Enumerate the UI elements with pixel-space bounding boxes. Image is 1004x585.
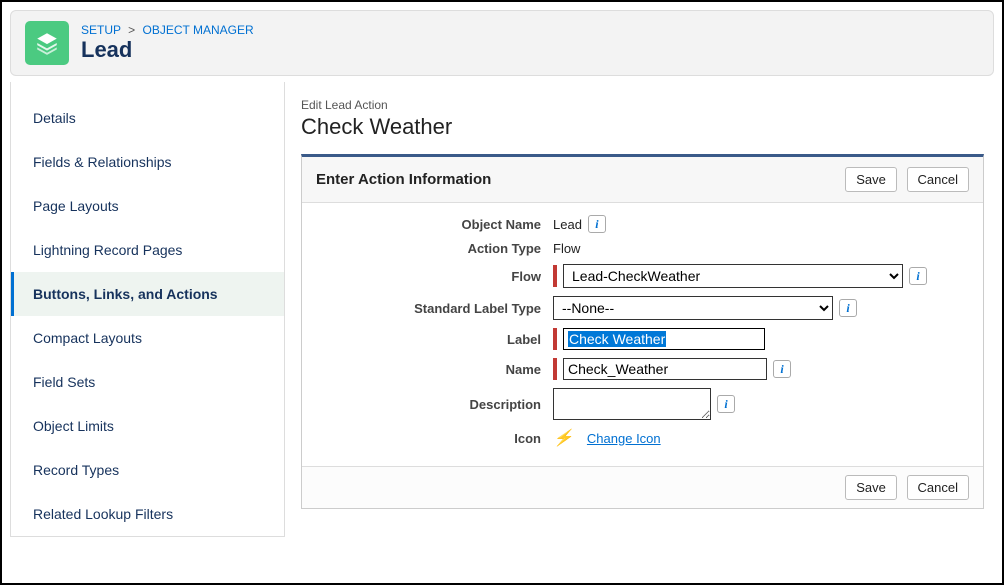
info-icon[interactable]: i [909, 267, 927, 285]
label-input-wrap: Check Weather [563, 328, 765, 350]
sidebar-item-fields[interactable]: Fields & Relationships [11, 140, 284, 184]
info-icon[interactable]: i [588, 215, 606, 233]
description-input[interactable] [553, 388, 711, 420]
save-button-bottom[interactable]: Save [845, 475, 897, 500]
breadcrumb: SETUP > OBJECT MANAGER [81, 23, 254, 37]
cancel-button-bottom[interactable]: Cancel [907, 475, 969, 500]
required-marker [553, 265, 557, 287]
std-label-type-select[interactable]: --None-- [553, 296, 833, 320]
icon-label: Icon [318, 431, 553, 446]
sidebar-item-field-sets[interactable]: Field Sets [11, 360, 284, 404]
save-button-top[interactable]: Save [845, 167, 897, 192]
panel-title: Enter Action Information [316, 171, 491, 188]
name-label: Name [318, 362, 553, 377]
label-label: Label [318, 332, 553, 347]
change-icon-link[interactable]: Change Icon [587, 431, 661, 446]
cancel-button-top[interactable]: Cancel [907, 167, 969, 192]
info-icon[interactable]: i [717, 395, 735, 413]
description-label: Description [318, 397, 553, 412]
stack-icon [34, 30, 60, 56]
info-icon[interactable]: i [773, 360, 791, 378]
breadcrumb-sep: > [128, 23, 135, 37]
page-header: SETUP > OBJECT MANAGER Lead [10, 10, 994, 76]
required-marker [553, 358, 557, 380]
flow-label: Flow [318, 269, 553, 284]
sidebar: Details Fields & Relationships Page Layo… [10, 82, 285, 537]
page-title: Lead [81, 37, 254, 63]
main-content: Edit Lead Action Check Weather Enter Act… [285, 82, 994, 537]
object-name-label: Object Name [318, 217, 553, 232]
action-type-value: Flow [553, 241, 580, 256]
info-icon[interactable]: i [839, 299, 857, 317]
action-panel: Enter Action Information Save Cancel Obj… [301, 154, 984, 509]
form-body: Object Name Lead i Action Type Flow Fl [302, 203, 983, 466]
breadcrumb-setup[interactable]: SETUP [81, 23, 121, 37]
sidebar-item-details[interactable]: Details [11, 96, 284, 140]
edit-subtitle: Edit Lead Action [301, 98, 984, 112]
object-name-value: Lead [553, 217, 582, 232]
name-input[interactable] [563, 358, 767, 380]
label-input[interactable]: Check Weather [564, 329, 764, 349]
sidebar-item-lightning-pages[interactable]: Lightning Record Pages [11, 228, 284, 272]
required-marker [553, 328, 557, 350]
sidebar-item-object-limits[interactable]: Object Limits [11, 404, 284, 448]
std-label-type-label: Standard Label Type [318, 301, 553, 316]
sidebar-item-page-layouts[interactable]: Page Layouts [11, 184, 284, 228]
edit-title: Check Weather [301, 114, 984, 140]
sidebar-item-related-lookup[interactable]: Related Lookup Filters [11, 492, 284, 536]
sidebar-item-record-types[interactable]: Record Types [11, 448, 284, 492]
sidebar-item-buttons-links-actions[interactable]: Buttons, Links, and Actions [11, 272, 284, 316]
panel-header: Enter Action Information Save Cancel [302, 157, 983, 203]
bolt-icon: ⚡ [553, 428, 573, 448]
breadcrumb-object-manager[interactable]: OBJECT MANAGER [143, 23, 254, 37]
sidebar-item-compact-layouts[interactable]: Compact Layouts [11, 316, 284, 360]
flow-select[interactable]: Lead-CheckWeather [563, 264, 903, 288]
panel-footer: Save Cancel [302, 466, 983, 508]
action-type-label: Action Type [318, 241, 553, 256]
object-icon [25, 21, 69, 65]
